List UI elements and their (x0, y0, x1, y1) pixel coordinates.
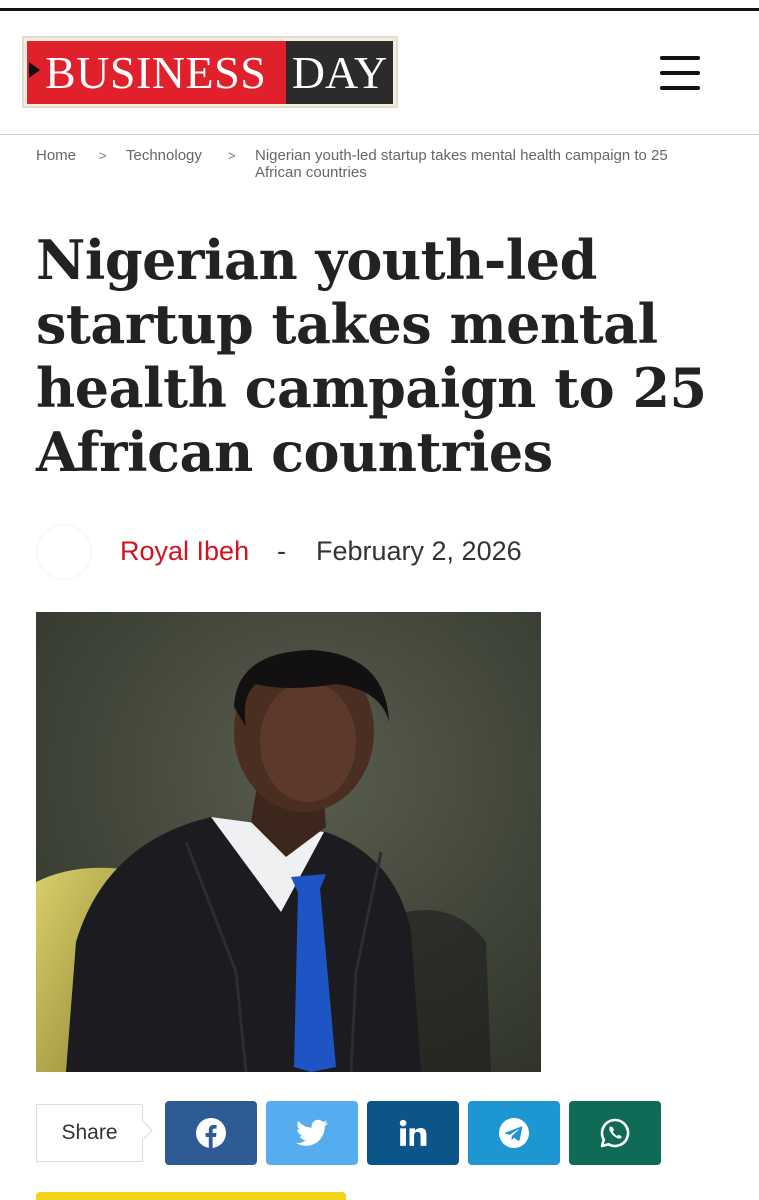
breadcrumb-separator: > (99, 148, 107, 163)
title-line: startup takes mental (36, 292, 658, 356)
title-line: Nigerian youth-led (36, 228, 597, 292)
breadcrumb-technology[interactable]: Technology (126, 148, 202, 164)
facebook-share-button[interactable] (165, 1101, 257, 1165)
breadcrumb-current-line1: Nigerian youth-led startup takes mental … (255, 147, 668, 164)
logo-day-text: DAY (286, 41, 393, 104)
title-line: African countries (36, 420, 553, 484)
breadcrumb-home[interactable]: Home (36, 148, 76, 164)
logo-arrow-icon (29, 62, 40, 78)
whatsapp-icon (600, 1118, 630, 1148)
logo-business-text: BUSINESS (27, 41, 286, 104)
author-avatar[interactable] (36, 524, 92, 580)
title-line: health campaign to 25 (36, 356, 707, 420)
telegram-share-button[interactable] (468, 1101, 560, 1165)
whatsapp-share-button[interactable] (569, 1101, 661, 1165)
linkedin-share-button[interactable] (367, 1101, 459, 1165)
breadcrumb-current-line2: African countries (255, 164, 367, 181)
hamburger-menu-icon[interactable] (660, 56, 700, 90)
telegram-icon (499, 1118, 529, 1148)
share-label: Share (36, 1104, 143, 1162)
twitter-icon (296, 1119, 328, 1146)
bottom-banner-edge (36, 1192, 346, 1200)
site-header: BUSINESS DAY (0, 11, 759, 135)
article-photo (36, 612, 541, 1072)
meta-separator: - (277, 536, 286, 566)
businessday-logo[interactable]: BUSINESS DAY (22, 36, 398, 108)
article-title: Nigerian youth-led startup takes mental … (36, 228, 716, 484)
linkedin-icon (399, 1119, 427, 1146)
facebook-icon (196, 1118, 226, 1148)
twitter-share-button[interactable] (266, 1101, 358, 1165)
breadcrumb-separator: > (228, 148, 236, 163)
author-link[interactable]: Royal Ibeh (120, 536, 249, 567)
publish-date: February 2, 2026 (316, 536, 522, 566)
